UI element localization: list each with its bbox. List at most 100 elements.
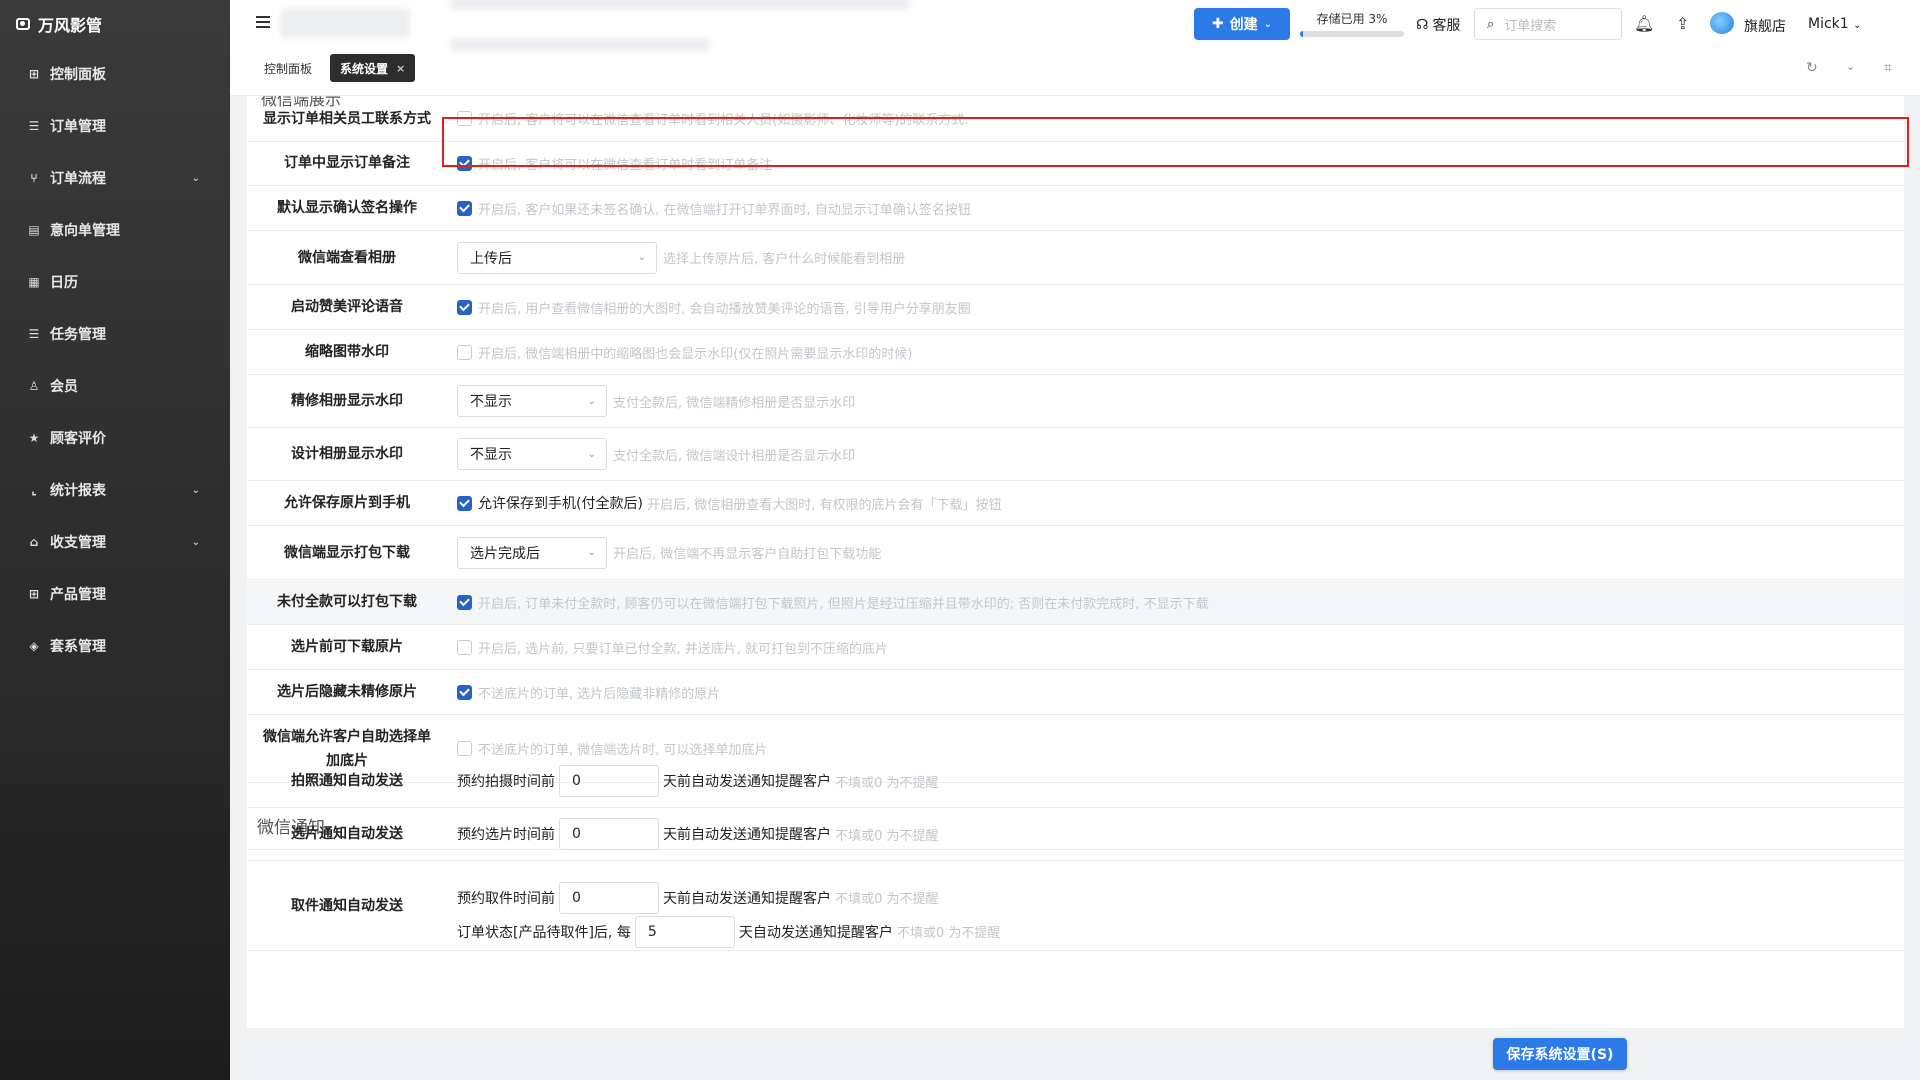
sidebar-item[interactable]: ⑂ 订单流程 ⌄ [0, 152, 230, 204]
setting-value: 开启后, 用户查看微信相册的大图时, 会自动播放赞美评论的语音, 引导用户分享朋… [447, 298, 1904, 317]
days-input[interactable]: 0 [559, 765, 659, 797]
setting-label: 微信端查看相册 [298, 249, 396, 266]
blurred-region [280, 8, 410, 38]
sidebar-item-label: 意向单管理 [50, 223, 120, 239]
setting-select[interactable]: 上传后 ⌄ [457, 241, 657, 274]
highlight-box [442, 117, 1909, 167]
chevron-down-icon: ⌄ [1853, 20, 1862, 31]
setting-value: 选片完成后 ⌄ 开启后, 微信端不再显示客户自助打包下载功能 [447, 536, 1904, 569]
blurred-region [450, 38, 710, 52]
chevron-down-icon: ⌄ [637, 252, 646, 263]
setting-hint: 支付全款后, 微信端精修相册是否显示水印 [613, 395, 856, 411]
notify-label: 拍照通知自动发送 [291, 773, 403, 789]
list-icon: ☰ [28, 327, 40, 341]
bank-icon: ⌂ [29, 535, 39, 549]
setting-checkbox[interactable] [457, 495, 472, 511]
setting-checkbox[interactable] [457, 200, 472, 216]
setting-value: 上传后 ⌄ 选择上传原片后, 客户什么时候能看到相册 [447, 241, 1904, 274]
sidebar-item-label: 套系管理 [50, 639, 106, 655]
chevron-down-icon: ⌄ [191, 484, 200, 496]
setting-value: 不显示 ⌄ 支付全款后, 微信端设计相册是否显示水印 [447, 438, 1904, 470]
setting-checkbox[interactable] [457, 639, 472, 655]
setting-label: 默认显示确认签名操作 [277, 200, 417, 216]
setting-label: 显示订单相关员工联系方式 [263, 110, 431, 127]
setting-label: 选片后隐藏未精修原片 [277, 684, 417, 700]
setting-row: 微信端查看相册 上传后 ⌄ 选择上传原片后, 客户什么时候能看到相册 [247, 231, 1904, 285]
calendar-icon: ▦ [28, 275, 40, 289]
sidebar-item[interactable]: ◈ 套系管理 [0, 620, 230, 672]
menu-toggle-icon[interactable] [256, 16, 270, 28]
chevron-down-icon[interactable]: ⌄ [1846, 60, 1855, 73]
chevron-down-icon: ⌄ [587, 395, 596, 407]
sidebar-item[interactable]: ▤ 意向单管理 [0, 204, 230, 256]
setting-label: 允许保存原片到手机 [284, 495, 410, 511]
setting-checkbox[interactable] [457, 594, 472, 610]
setting-checkbox[interactable] [457, 741, 472, 756]
sidebar-item-label: 控制面板 [50, 67, 106, 83]
save-settings-button[interactable]: 保存系统设置(S) [1493, 1038, 1627, 1070]
list-icon: ☰ [28, 119, 40, 133]
sidebar: 万风影管 ⊞ 控制面板 ☰ 订单管理 ⑂ 订单流程 ⌄ ▤ 意向单管理 ▦ 日历 ☰ 任务管理 ♙ 会员 ★ 顾… [0, 0, 230, 1080]
sidebar-item[interactable]: ⊞ 控制面板 [0, 48, 230, 100]
bell-icon[interactable]: 🔔︎ [1634, 14, 1654, 33]
shop-name[interactable]: 旗舰店 [1744, 16, 1786, 36]
setting-row: 启动赞美评论语音 开启后, 用户查看微信相册的大图时, 会自动播放赞美评论的语音,… [247, 285, 1904, 330]
refresh-icon[interactable]: ↻ [1806, 60, 1818, 76]
setting-select[interactable]: 选片完成后 ⌄ [457, 536, 607, 569]
grid-icon: ⊞ [28, 67, 40, 81]
setting-option-label: 允许保存到手机(付全款后) [478, 496, 643, 512]
sidebar-item[interactable]: ⌂ 收支管理 ⌄ [0, 516, 230, 568]
customer-service-link[interactable]: ☊ 客服 [1416, 15, 1460, 35]
days-input[interactable]: 0 [559, 818, 659, 850]
user-icon: ♙ [28, 379, 40, 393]
setting-row: 微信端显示打包下载 选片完成后 ⌄ 开启后, 微信端不再显示客户自助打包下载功能 [247, 526, 1904, 580]
blurred-region [450, 0, 910, 10]
storage-bar [1300, 31, 1404, 37]
setting-label: 微信端显示打包下载 [284, 544, 410, 561]
setting-row: 选片前可下载原片 开启后, 选片前, 只要订单已付全款, 并送底片, 就可打包到不… [247, 625, 1904, 670]
sidebar-item[interactable]: ♙ 会员 [0, 360, 230, 412]
setting-value: 开启后, 微信端相册中的缩略图也会显示水印(仅在照片需要显示水印的时候) [447, 343, 1904, 362]
setting-hint: 开启后, 微信端不再显示客户自助打包下载功能 [613, 547, 882, 562]
brand-name: 万风影管 [38, 16, 103, 35]
setting-hint: 选择上传原片后, 客户什么时候能看到相册 [663, 252, 906, 267]
setting-hint: 不送底片的订单, 选片后隐藏非精修的原片 [478, 686, 721, 702]
sidebar-item-label: 统计报表 [50, 483, 106, 499]
sidebar-item-label: 顾客评价 [50, 431, 106, 447]
sidebar-item[interactable]: ★ 顾客评价 [0, 412, 230, 464]
setting-checkbox[interactable] [457, 344, 472, 360]
fullscreen-icon[interactable]: ⌗ [1884, 60, 1892, 76]
setting-value: 不送底片的订单, 选片后隐藏非精修的原片 [447, 683, 1904, 702]
upload-icon[interactable]: ⇪ [1676, 14, 1689, 33]
tab-bar: 控制面板 系统设置 × ↻ ⌄ ⌗ [230, 38, 1920, 96]
document-icon: ▤ [28, 223, 40, 237]
sidebar-item[interactable]: ⌞ 统计报表 ⌄ [0, 464, 230, 516]
setting-select[interactable]: 不显示 ⌄ [457, 438, 607, 470]
chevron-down-icon: ⌄ [587, 547, 596, 558]
setting-select[interactable]: 不显示 ⌄ [457, 385, 607, 417]
settings-panel: 微信端展示 显示订单相关员工联系方式 开启后, 客户将可以在微信查看订单时看到相关… [247, 96, 1904, 1028]
setting-label: 未付全款可以打包下载 [277, 594, 417, 610]
sidebar-item[interactable]: ☰ 任务管理 [0, 308, 230, 360]
setting-checkbox[interactable] [457, 684, 472, 700]
brand[interactable]: 万风影管 [0, 0, 230, 48]
sidebar-item[interactable]: ☰ 订单管理 [0, 100, 230, 152]
star-icon: ★ [28, 431, 40, 445]
setting-checkbox[interactable] [457, 299, 472, 315]
plus-icon: ✚ [1211, 16, 1224, 32]
setting-hint: 开启后, 用户查看微信相册的大图时, 会自动播放赞美评论的语音, 引导用户分享朋… [478, 301, 971, 317]
sidebar-item-label: 订单管理 [50, 119, 106, 135]
user-menu[interactable]: Mick1 ⌄ [1808, 16, 1862, 32]
days-interval-input[interactable]: 5 [634, 915, 735, 948]
sidebar-item[interactable]: ⊞ 产品管理 [0, 568, 230, 620]
order-search-input[interactable]: ⌕ 订单搜索 [1474, 8, 1622, 40]
tab-dashboard[interactable]: 控制面板 [254, 54, 323, 82]
setting-label: 精修相册显示水印 [291, 393, 403, 409]
create-button[interactable]: ✚ 创建 ⌄ [1194, 8, 1290, 40]
close-icon[interactable]: × [396, 62, 405, 75]
tab-system-settings[interactable]: 系统设置 × [330, 54, 416, 82]
sidebar-item[interactable]: ▦ 日历 [0, 256, 230, 308]
days-input[interactable]: 0 [559, 881, 659, 914]
setting-hint: 开启后, 客户如果还未签名确认, 在微信端打开订单界面时, 自动显示订单确认签名… [478, 202, 971, 218]
notify-row: 拍照通知自动发送 预约拍摄时间前 0 天前自动发送通知提醒客户 不填或0 为不提醒 [247, 755, 1904, 808]
